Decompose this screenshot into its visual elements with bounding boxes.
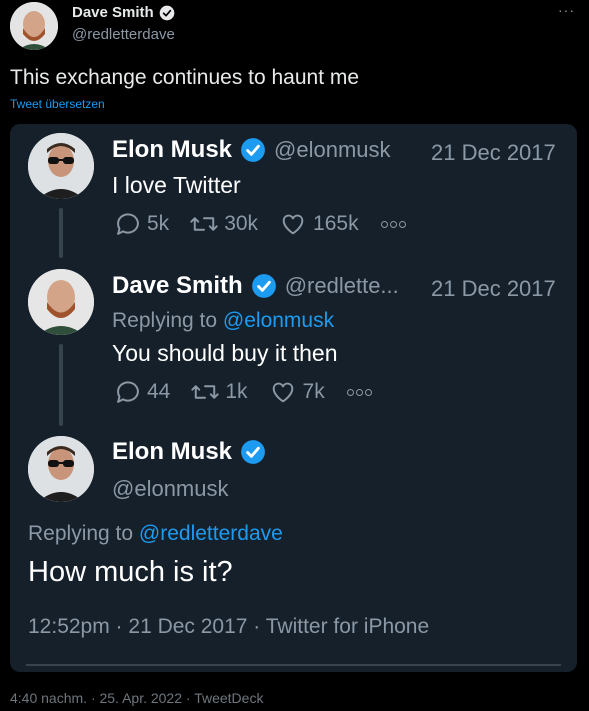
elon-avatar <box>28 436 94 502</box>
tweet2-name: Dave Smith <box>112 272 243 299</box>
dave-avatar <box>28 269 94 335</box>
retweet-action: 1k <box>190 378 248 406</box>
tweet3-handle: @elonmusk <box>112 476 229 501</box>
divider <box>26 664 561 666</box>
like-action: 7k <box>268 378 325 406</box>
translate-tweet-link[interactable]: Tweet übersetzen <box>10 97 105 111</box>
more-dots-icon <box>380 220 406 228</box>
tweet3-name: Elon Musk <box>112 438 233 465</box>
tweet2-header: Dave Smith @redlette... <box>112 272 399 300</box>
author-name[interactable]: Dave Smith <box>72 4 175 21</box>
more-dots-icon <box>346 388 372 396</box>
more-options-icon[interactable]: ··· <box>558 2 575 18</box>
tweet1-actions: 5k 30k 165k <box>114 210 406 238</box>
replying-to-prefix: Replying to <box>28 522 139 545</box>
tweet3-replying-to: Replying to @redletterdave <box>28 522 283 546</box>
retweet-action: 30k <box>189 210 258 238</box>
tweet3-header: Elon Musk <box>112 438 266 466</box>
reply-count: 44 <box>147 380 171 403</box>
like-icon <box>282 214 304 235</box>
replying-to-mention: @elonmusk <box>222 309 335 332</box>
reply-icon <box>117 213 139 235</box>
tweet3-meta: 12:52pm · 21 Dec 2017 · Twitter for iPho… <box>28 615 430 638</box>
verified-badge-icon <box>159 5 175 20</box>
tweet2-replying-to: Replying to @elonmusk <box>112 309 334 333</box>
tweet2-text: You should buy it then <box>112 340 338 366</box>
like-count: 7k <box>302 380 325 403</box>
thread-connector <box>59 208 63 258</box>
verified-badge-icon <box>241 440 265 464</box>
tweet1-handle: @elonmusk <box>274 137 391 162</box>
like-action: 165k <box>278 210 359 238</box>
author-avatar[interactable] <box>10 2 58 50</box>
like-icon <box>272 382 293 403</box>
reply-action: 5k <box>114 210 169 238</box>
verified-badge-icon <box>241 138 265 162</box>
retweet-count: 30k <box>224 212 259 235</box>
retweet-icon <box>190 217 218 231</box>
author-name-text: Dave Smith <box>72 4 154 21</box>
reply-count: 5k <box>147 212 170 235</box>
thread-connector <box>59 344 63 426</box>
tweet2-handle: @redlette... <box>284 273 399 298</box>
retweet-count: 1k <box>225 380 248 403</box>
tweet1-text: I love Twitter <box>112 172 241 198</box>
tweet2-date: 21 Dec 2017 <box>431 276 556 301</box>
like-count: 165k <box>313 212 359 235</box>
tweet1-date: 21 Dec 2017 <box>431 140 556 165</box>
tweet-timestamp[interactable]: 4:40 nachm. · 25. Apr. 2022 · TweetDeck <box>10 690 263 706</box>
tweet1-name: Elon Musk <box>112 136 233 163</box>
tweet2-actions: 44 1k 7k <box>114 378 372 406</box>
tweet1-header: Elon Musk @elonmusk <box>112 136 391 164</box>
reply-action: 44 <box>114 378 170 406</box>
replying-to-mention: @redletterdave <box>138 522 283 545</box>
elon-avatar <box>28 133 94 199</box>
replying-to-prefix: Replying to <box>112 309 223 332</box>
verified-badge-icon <box>251 274 276 298</box>
tweet3-text: How much is it? <box>28 556 233 588</box>
reply-icon <box>117 381 139 403</box>
embedded-screenshot[interactable]: Elon Musk @elonmusk 21 Dec 2017 I love T… <box>10 124 577 672</box>
tweet-text: This exchange continues to haunt me <box>10 66 360 89</box>
author-handle[interactable]: @redletterdave <box>72 26 175 43</box>
retweet-icon <box>191 385 220 399</box>
